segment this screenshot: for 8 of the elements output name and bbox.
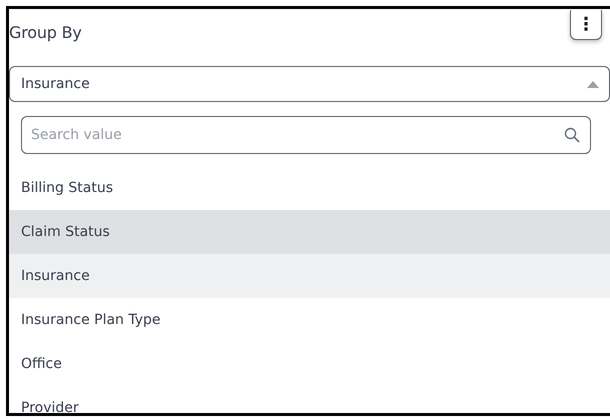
search-icon: [564, 127, 580, 143]
group-by-select[interactable]: Insurance: [9, 66, 610, 102]
option-item[interactable]: Claim Status: [9, 210, 610, 254]
option-item[interactable]: Insurance: [9, 254, 610, 298]
caret-icon: [587, 80, 599, 88]
panel-title: Group By: [9, 23, 82, 42]
search-field[interactable]: Search value: [21, 116, 591, 154]
more-menu-button[interactable]: ⋮: [570, 10, 602, 40]
